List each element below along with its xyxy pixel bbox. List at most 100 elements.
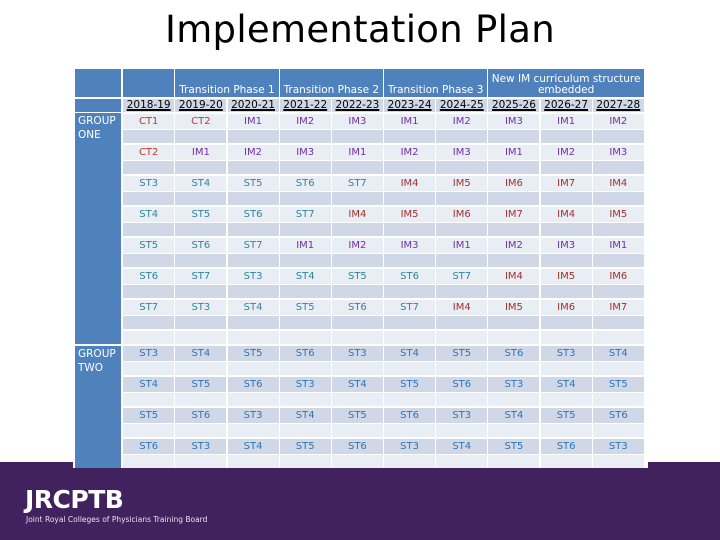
spacer-cell — [436, 330, 488, 344]
spacer-cell — [331, 362, 383, 375]
plan-cell: IM4 — [488, 268, 540, 284]
plan-cell: IM2 — [331, 237, 383, 253]
plan-cell: ST6 — [331, 438, 383, 454]
spacer-cell — [279, 161, 331, 174]
spacer-cell — [384, 393, 436, 406]
spacer-cell — [227, 330, 279, 344]
group-one-label: GROUP ONE — [75, 113, 121, 344]
plan-cell: ST5 — [436, 345, 488, 361]
spacer-cell — [488, 254, 540, 267]
plan-cell: ST3 — [227, 407, 279, 423]
plan-cell: IM3 — [592, 144, 644, 160]
plan-cell: ST4 — [227, 438, 279, 454]
plan-cell: ST7 — [279, 206, 331, 222]
plan-cell: IM6 — [436, 206, 488, 222]
spacer-cell — [279, 130, 331, 143]
spacer-cell — [488, 362, 540, 375]
plan-cell: IM5 — [488, 299, 540, 315]
plan-cell: IM1 — [175, 144, 227, 160]
plan-cell: ST6 — [331, 299, 383, 315]
spacer-cell — [175, 192, 227, 205]
spacer-cell — [436, 192, 488, 205]
page-title: Implementation Plan — [165, 8, 555, 51]
plan-cell: IM5 — [384, 206, 436, 222]
plan-cell: IM3 — [331, 113, 383, 129]
spacer-cell — [175, 393, 227, 406]
spacer-cell — [592, 254, 644, 267]
plan-cell: ST5 — [331, 407, 383, 423]
spacer-cell — [592, 330, 644, 344]
spacer-cell — [592, 223, 644, 236]
plan-cell: ST7 — [384, 299, 436, 315]
spacer-cell — [436, 362, 488, 375]
plan-cell: IM2 — [279, 113, 331, 129]
plan-cell: IM6 — [592, 268, 644, 284]
spacer-cell — [175, 330, 227, 344]
plan-cell: ST3 — [279, 376, 331, 392]
spacer-cell — [488, 161, 540, 174]
plan-cell: ST5 — [175, 206, 227, 222]
plan-cell: ST3 — [384, 438, 436, 454]
phase-header-0 — [123, 69, 175, 97]
spacer-cell — [123, 130, 175, 143]
spacer-cell — [227, 424, 279, 437]
plan-cell: ST4 — [488, 407, 540, 423]
plan-cell: ST5 — [488, 438, 540, 454]
plan-cell: IM7 — [592, 299, 644, 315]
plan-cell: ST4 — [436, 438, 488, 454]
plan-cell: ST6 — [175, 237, 227, 253]
year-header-2027-28: 2027-28 — [592, 99, 644, 112]
plan-cell: ST6 — [488, 345, 540, 361]
plan-cell: IM1 — [488, 144, 540, 160]
plan-cell: ST7 — [227, 237, 279, 253]
plan-cell: ST7 — [123, 299, 175, 315]
spacer-cell — [175, 254, 227, 267]
jrcptb-logo: JRCPTB — [25, 485, 124, 514]
spacer-cell — [488, 455, 540, 468]
year-header-2022-23: 2022-23 — [331, 99, 383, 112]
spacer-cell — [123, 455, 175, 468]
spacer-cell — [592, 130, 644, 143]
spacer-cell — [384, 161, 436, 174]
spacer-cell — [331, 285, 383, 298]
plan-cell: ST6 — [123, 268, 175, 284]
spacer-cell — [540, 192, 592, 205]
plan-cell: IM1 — [279, 237, 331, 253]
plan-cell: ST4 — [279, 268, 331, 284]
spacer-cell — [279, 316, 331, 329]
plan-cell: ST3 — [123, 175, 175, 191]
spacer-cell — [227, 161, 279, 174]
spacer-cell — [175, 161, 227, 174]
plan-cell: IM2 — [227, 144, 279, 160]
spacer-cell — [488, 424, 540, 437]
spacer-cell — [436, 455, 488, 468]
spacer-cell — [436, 316, 488, 329]
spacer-cell — [279, 393, 331, 406]
spacer-cell — [592, 362, 644, 375]
plan-cell: ST7 — [436, 268, 488, 284]
spacer-cell — [175, 285, 227, 298]
spacer-cell — [436, 223, 488, 236]
plan-cell: IM5 — [592, 206, 644, 222]
plan-cell: IM2 — [488, 237, 540, 253]
plan-cell: ST3 — [592, 438, 644, 454]
plan-cell: CT2 — [123, 144, 175, 160]
spacer-cell — [540, 161, 592, 174]
plan-cell: IM7 — [488, 206, 540, 222]
plan-cell: ST6 — [279, 345, 331, 361]
plan-cell: ST4 — [331, 376, 383, 392]
spacer-cell — [331, 455, 383, 468]
plan-cell: ST4 — [592, 345, 644, 361]
plan-cell: ST6 — [123, 438, 175, 454]
spacer-cell — [331, 393, 383, 406]
plan-cell: ST5 — [384, 376, 436, 392]
spacer-cell — [540, 455, 592, 468]
plan-cell: ST6 — [540, 438, 592, 454]
plan-cell: IM1 — [592, 237, 644, 253]
spacer-cell — [123, 161, 175, 174]
plan-cell: IM1 — [384, 113, 436, 129]
plan-cell: ST4 — [227, 299, 279, 315]
plan-cell: ST3 — [488, 376, 540, 392]
spacer-cell — [436, 285, 488, 298]
spacer-cell — [540, 393, 592, 406]
